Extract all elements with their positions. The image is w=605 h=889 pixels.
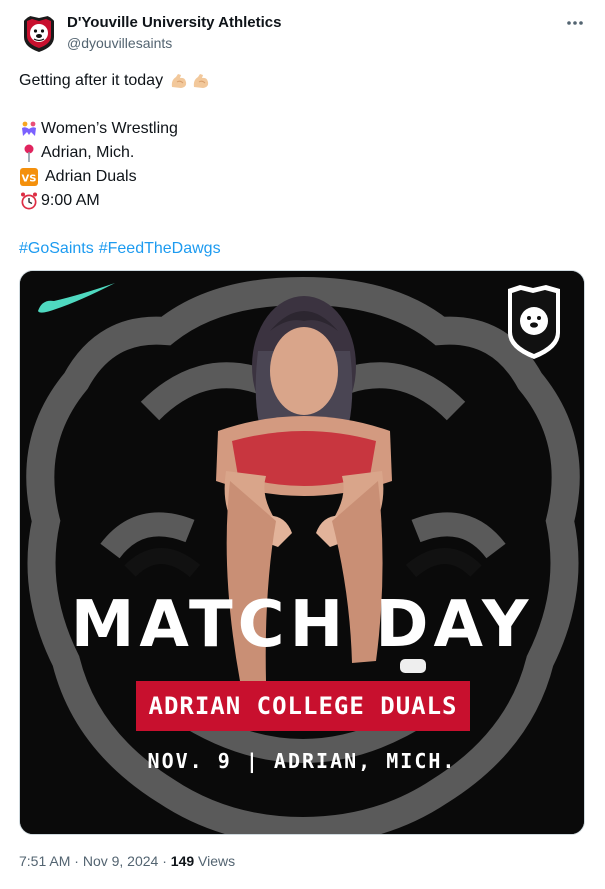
wrestlers-icon — [19, 119, 39, 139]
graphic-title: MATCH DAY — [70, 588, 534, 662]
meta-separator: · — [74, 853, 79, 869]
intro-text: Getting after it today — [19, 72, 164, 89]
tweet-media-image[interactable]: MATCH DAY ADRIAN COLLEGE DUALS NOV. 9 | … — [19, 270, 585, 835]
svg-text:VS: VS — [22, 174, 37, 185]
bulldog-logo-icon — [24, 16, 54, 52]
avatar[interactable] — [19, 14, 59, 54]
flexed-biceps-icon — [191, 71, 211, 91]
time-text: 9:00 AM — [41, 192, 100, 209]
tweet-line-intro: Getting after it today — [19, 69, 585, 93]
graphic-date-line: NOV. 9 | ADRIAN, MICH. — [147, 749, 457, 773]
sport-text: Women’s Wrestling — [41, 120, 178, 137]
author-block: D'Youville University Athletics @dyouvil… — [67, 13, 281, 53]
tweet-line-location: Adrian, Mich. — [19, 141, 585, 165]
author-name[interactable]: D'Youville University Athletics — [67, 13, 281, 32]
views-label: Views — [198, 853, 236, 869]
tweet-text: Getting after it today Women’s Wrestling… — [19, 69, 585, 261]
pin-icon — [19, 143, 39, 163]
alarm-clock-icon — [19, 191, 39, 211]
more-horizontal-icon — [567, 21, 583, 25]
hashtag-link[interactable]: #GoSaints — [19, 237, 94, 261]
tweet-line-time: 9:00 AM — [19, 189, 585, 213]
hashtag-link[interactable]: #FeedTheDawgs — [99, 237, 221, 261]
tweet-date[interactable]: Nov 9, 2024 — [83, 853, 159, 869]
tweet-time[interactable]: 7:51 AM — [19, 853, 70, 869]
tweet-line-sport: Women’s Wrestling — [19, 117, 585, 141]
views-count: 149 — [170, 853, 195, 869]
author-handle[interactable]: @dyouvillesaints — [67, 34, 281, 53]
tweet-meta: 7:51 AM · Nov 9, 2024 · 149 Views — [19, 853, 235, 869]
tweet-line-hashtags: #GoSaints #FeedTheDawgs — [19, 237, 585, 261]
bulldog-shield-logo — [508, 285, 560, 359]
tweet-card: D'Youville University Athletics @dyouvil… — [0, 0, 605, 889]
opponent-text: Adrian Duals — [45, 168, 137, 185]
tweet-line-opponent: VS Adrian Duals — [19, 165, 585, 189]
meta-separator: · — [162, 853, 167, 869]
flexed-biceps-icon — [169, 71, 189, 91]
graphic-banner-text: ADRIAN COLLEGE DUALS — [148, 692, 458, 720]
graphic-banner: ADRIAN COLLEGE DUALS — [136, 681, 470, 731]
more-options-button[interactable] — [562, 12, 588, 34]
vs-icon: VS — [19, 167, 39, 187]
location-text: Adrian, Mich. — [41, 144, 135, 161]
